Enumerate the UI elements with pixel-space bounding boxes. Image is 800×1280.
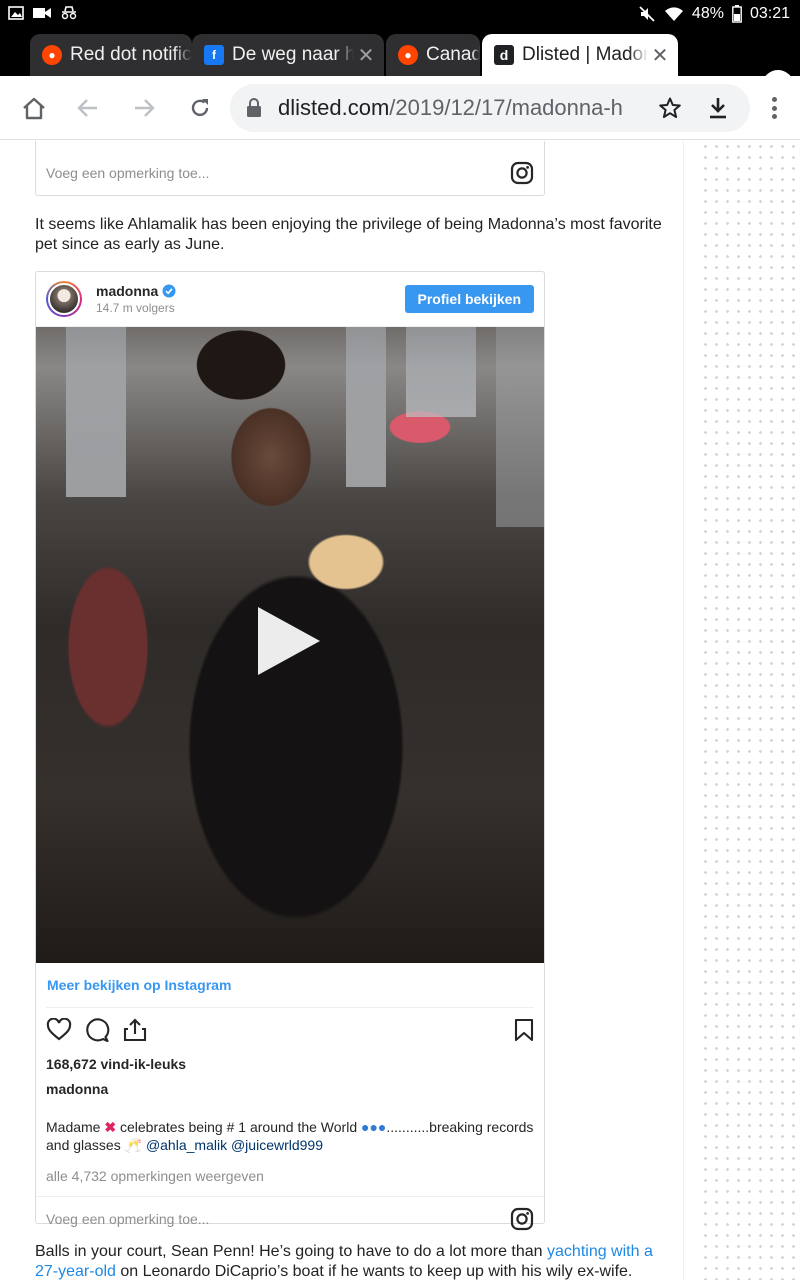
add-comment-placeholder[interactable]: Voeg een opmerking toe... — [46, 1211, 209, 1227]
address-bar[interactable]: dlisted.com/2019/12/17/madonna-h — [230, 84, 750, 132]
globe-emoji-icon: ●●● — [361, 1119, 387, 1135]
forward-arrow-icon — [135, 99, 155, 117]
save-bookmark-icon[interactable] — [514, 1018, 534, 1042]
verified-badge-icon — [162, 284, 176, 298]
instagram-username[interactable]: madonna — [96, 283, 158, 299]
column-divider — [683, 141, 684, 1280]
tab-title: De weg naar het — [232, 44, 354, 65]
close-tab-icon[interactable]: ✕ — [648, 43, 672, 68]
url-domain: dlisted.com — [278, 95, 390, 120]
tab-dlisted[interactable]: d Dlisted | Madonna ✕ — [482, 34, 678, 76]
heart-icon[interactable] — [46, 1018, 72, 1042]
back-button[interactable] — [72, 92, 104, 124]
home-button[interactable] — [18, 92, 50, 124]
avatar[interactable] — [46, 281, 82, 317]
background-window — [406, 327, 476, 417]
tab-title: Dlisted | Madonna — [522, 44, 648, 65]
follower-count: 14.7 m volgers — [96, 301, 175, 315]
background-window — [66, 327, 126, 497]
post-caption: Madame ✖ celebrates being # 1 around the… — [36, 1118, 544, 1154]
instagram-video[interactable] — [36, 327, 544, 963]
url-path: /2019/12/17/madonna-h — [389, 95, 623, 120]
post-owner[interactable]: madonna — [36, 1077, 544, 1101]
view-profile-button[interactable]: Profiel bekijken — [404, 285, 534, 313]
download-icon[interactable] — [707, 96, 729, 120]
video-notification-icon — [33, 8, 51, 18]
lock-icon[interactable] — [246, 98, 262, 118]
reload-button[interactable] — [184, 92, 216, 124]
comment-icon[interactable] — [84, 1017, 110, 1043]
reload-icon — [191, 99, 209, 117]
browser-toolbar: dlisted.com/2019/12/17/madonna-h — [0, 76, 800, 140]
instagram-icon[interactable] — [510, 161, 534, 185]
add-comment-placeholder[interactable]: Voeg een opmerking toe... — [46, 165, 209, 181]
view-all-comments-link[interactable]: alle 4,732 opmerkingen weergeven — [36, 1160, 544, 1192]
add-comment-row[interactable]: Voeg een opmerking toe... — [36, 151, 544, 195]
tab-title: Canad — [426, 44, 480, 65]
tab-title: Red dot notific — [70, 44, 192, 65]
instagram-embed-previous: Voeg een opmerking toe... — [35, 141, 545, 196]
article-paragraph-1: It seems like Ahlamalik has been enjoyin… — [35, 216, 662, 253]
mute-icon — [639, 6, 655, 22]
instagram-embed: madonna 14.7 m volgers Profiel bekijken … — [35, 271, 545, 1231]
menu-icon[interactable] — [764, 93, 784, 123]
tab-canad[interactable]: ● Canad — [386, 34, 480, 76]
like-count: 168,672 vind-ik-leuks — [46, 1056, 187, 1072]
close-tab-icon[interactable]: ✕ — [354, 43, 378, 68]
url-text[interactable]: dlisted.com/2019/12/17/madonna-h — [278, 95, 650, 121]
tab-de-weg[interactable]: f De weg naar het ✕ — [192, 34, 384, 76]
article-paragraph-2: Balls in your court, Sean Penn! He’s goi… — [35, 1242, 675, 1280]
wifi-icon — [664, 7, 683, 21]
page-content: Voeg een opmerking toe... It seems like … — [0, 141, 800, 1280]
paragraph-text: Balls in your court, Sean Penn! He’s goi… — [35, 1243, 548, 1260]
add-comment-row[interactable]: Voeg een opmerking toe... — [36, 1197, 544, 1241]
mention-link[interactable]: @juicewrld999 — [231, 1137, 323, 1153]
play-icon[interactable] — [258, 607, 320, 675]
instagram-header: madonna 14.7 m volgers Profiel bekijken — [36, 272, 544, 327]
incognito-notification-icon — [61, 6, 77, 20]
facebook-icon: f — [204, 45, 224, 65]
reddit-icon: ● — [42, 45, 62, 65]
mention-link[interactable]: @ahla_malik — [146, 1137, 227, 1153]
reddit-icon: ● — [398, 45, 418, 65]
caption-text: Madame — [46, 1119, 101, 1135]
share-icon[interactable] — [122, 1017, 148, 1043]
image-notification-icon — [8, 6, 24, 20]
background-window — [346, 327, 386, 487]
forward-button[interactable] — [128, 92, 160, 124]
view-more-on-instagram-link[interactable]: Meer bekijken op Instagram — [36, 963, 544, 1007]
battery-icon — [732, 5, 742, 23]
battery-percentage: 48% — [691, 5, 724, 22]
dlisted-icon: d — [494, 45, 514, 65]
cheers-emoji-icon: 🥂 — [124, 1137, 143, 1153]
status-bar: 48% 03:21 — [0, 0, 800, 30]
caption-text: celebrates being # 1 around the World — [119, 1119, 358, 1135]
instagram-actions — [36, 1008, 544, 1052]
tab-red-dot[interactable]: ● Red dot notific — [30, 34, 192, 76]
sidebar-pattern — [700, 141, 800, 1280]
cross-mark-emoji-icon: ✖ — [104, 1119, 117, 1135]
bookmark-star-icon[interactable] — [658, 96, 682, 120]
back-arrow-icon — [77, 99, 97, 117]
clock: 03:21 — [749, 5, 790, 22]
background-window — [496, 327, 544, 527]
home-icon — [23, 97, 45, 120]
tab-strip: ● Red dot notific f De weg naar het ✕ ● … — [0, 30, 800, 102]
instagram-icon[interactable] — [510, 1207, 534, 1231]
paragraph-text: on Leonardo DiCaprio’s boat if he wants … — [115, 1263, 633, 1280]
